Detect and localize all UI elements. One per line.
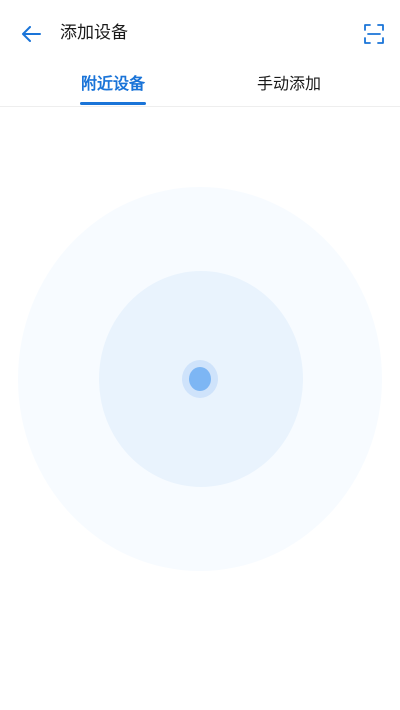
tab-bar: 附近设备 手动添加 (0, 64, 400, 107)
radar-center-dot (189, 367, 211, 391)
device-scan-radar (18, 187, 382, 571)
app-header: 添加设备 (0, 0, 400, 64)
scan-icon (364, 24, 384, 44)
arrow-left-icon (22, 26, 41, 42)
tab-nearby-devices[interactable]: 附近设备 (80, 72, 146, 106)
active-tab-indicator (80, 102, 146, 105)
back-button[interactable] (14, 19, 48, 49)
page-title: 添加设备 (60, 23, 128, 43)
scan-button[interactable] (356, 18, 392, 50)
tab-manual-add[interactable]: 手动添加 (256, 72, 322, 106)
